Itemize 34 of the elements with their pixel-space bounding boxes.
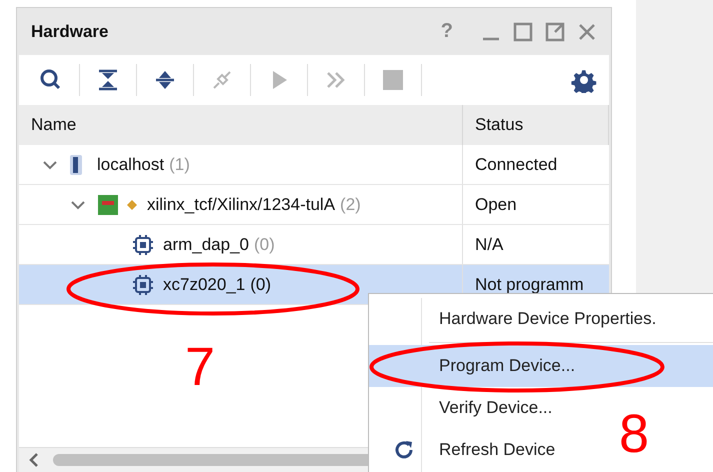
tree-row[interactable]: arm_dap_0 (0) N/A bbox=[19, 225, 609, 265]
chip-icon bbox=[133, 274, 153, 294]
close-icon[interactable] bbox=[577, 22, 597, 42]
stop-icon bbox=[381, 68, 405, 92]
status-cell-text: Not programm bbox=[474, 274, 585, 296]
status-cell-text: Connected bbox=[474, 154, 558, 176]
refresh-icon bbox=[393, 439, 415, 461]
status-cell-text: N/A bbox=[474, 234, 504, 256]
search-icon bbox=[39, 68, 63, 92]
node-count: (0) bbox=[250, 274, 272, 294]
node-count: (2) bbox=[340, 194, 361, 214]
collapse-all-icon bbox=[96, 68, 120, 92]
step-number: 7 bbox=[185, 340, 216, 394]
node-count: (1) bbox=[169, 154, 190, 174]
tree-row[interactable]: xilinx_tcf/Xilinx/1234-tulA (2) Open bbox=[19, 185, 609, 225]
status-cell-text: Open bbox=[474, 194, 518, 216]
menu-item[interactable]: Verify Device... bbox=[369, 387, 556, 429]
board-icon bbox=[97, 194, 139, 216]
float-icon[interactable] bbox=[545, 22, 565, 42]
menu-item[interactable]: Program Device... bbox=[369, 345, 713, 387]
chevron-left-icon[interactable] bbox=[27, 452, 41, 468]
tree-row[interactable]: localhost (1) Connected bbox=[19, 145, 609, 185]
node-name: arm_dap_0 bbox=[163, 234, 250, 254]
node-name: xc7z020_1 bbox=[163, 274, 246, 294]
panel-title: Hardware bbox=[31, 22, 110, 42]
menu-item[interactable]: Refresh Device bbox=[369, 429, 560, 471]
node-name: localhost bbox=[97, 154, 164, 174]
chip-icon bbox=[133, 234, 153, 254]
maximize-icon[interactable] bbox=[513, 22, 533, 42]
step-number: 8 bbox=[619, 407, 650, 461]
settings-icon[interactable] bbox=[571, 67, 597, 93]
node-count: (0) bbox=[254, 234, 275, 254]
server-icon bbox=[69, 154, 83, 176]
node-name: xilinx_tcf/Xilinx/1234-tulA bbox=[147, 194, 336, 214]
